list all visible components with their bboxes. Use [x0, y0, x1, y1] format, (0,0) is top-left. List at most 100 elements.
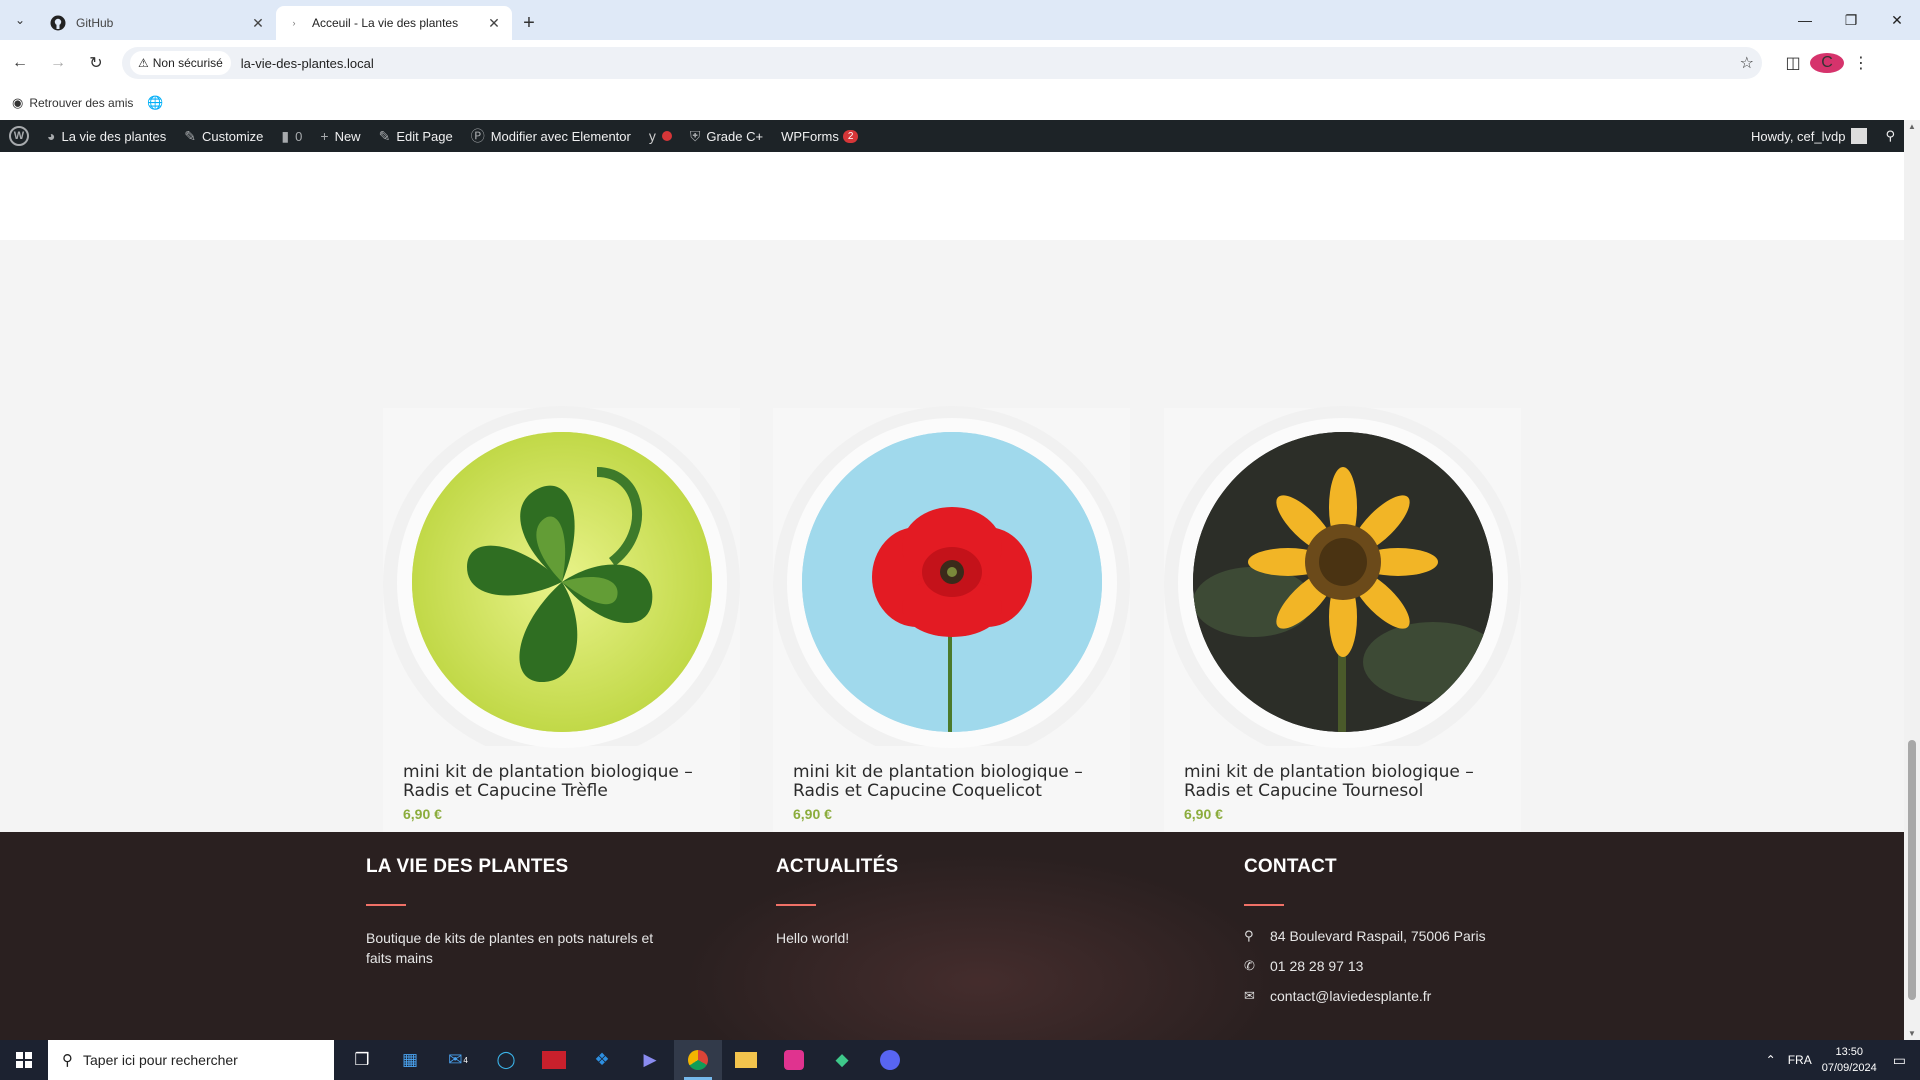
product-name[interactable]: mini kit de plantation biologique – Radi… [1184, 763, 1514, 801]
new-label: New [334, 128, 361, 144]
product-name[interactable]: mini kit de plantation biologique – Radi… [403, 763, 733, 801]
news-post-link[interactable]: Hello world! [776, 928, 1076, 948]
bookmark-favicon-icon: ◉ [12, 95, 24, 110]
tab-title: GitHub [76, 16, 114, 30]
elementor-label: Modifier avec Elementor [490, 128, 631, 144]
footer-news: ACTUALITÉS Hello world! [776, 856, 1076, 948]
comments-link[interactable]: ▮ 0 [272, 120, 311, 152]
comment-icon: ▮ [281, 127, 290, 144]
elementor-icon: Ⓟ [470, 128, 485, 144]
chrome-icon[interactable] [674, 1040, 722, 1080]
app-green-icon[interactable]: ◆ [818, 1040, 866, 1080]
vscode-icon[interactable]: ❖ [578, 1040, 626, 1080]
grade-menu[interactable]: ⛨ Grade C+ [681, 120, 772, 152]
wpforms-menu[interactable]: WPForms 2 [772, 120, 867, 152]
contact-email: ✉ contact@laviedesplante.fr [1244, 988, 1486, 1004]
github-icon [50, 15, 66, 31]
copilot-icon[interactable]: ▶ [626, 1040, 674, 1080]
close-window-icon[interactable]: ✕ [1874, 0, 1920, 40]
address-text: 84 Boulevard Raspail, 75006 Paris [1270, 928, 1486, 944]
admin-search-icon[interactable]: ⚲ [1876, 120, 1904, 152]
chevron-up-icon[interactable]: ⌃ [1766, 1053, 1776, 1067]
elementor-link[interactable]: Ⓟ Modifier avec Elementor [462, 120, 640, 152]
windows-icon [16, 1052, 32, 1068]
avatar [1851, 128, 1868, 144]
grade-label: Grade C+ [706, 128, 764, 144]
close-icon[interactable]: ✕ [250, 15, 266, 32]
product-name[interactable]: mini kit de plantation biologique – Radi… [793, 763, 1123, 801]
edit-page-label: Edit Page [396, 128, 453, 144]
envelope-icon: ✉ [1244, 988, 1255, 1003]
security-chip[interactable]: ⚠ Non sécurisé [130, 51, 231, 75]
site-name-menu[interactable]: ◕ La vie des plantes [38, 120, 175, 152]
app-red-icon[interactable] [530, 1040, 578, 1080]
product-card[interactable]: mini kit de plantation biologique – Radi… [1164, 406, 1521, 898]
dashboard-icon: ◕ [47, 128, 56, 144]
image-frame [1164, 406, 1521, 748]
footer-news-title: ACTUALITÉS [776, 856, 899, 877]
window-controls: — ❐ ✕ [1782, 0, 1920, 40]
discord-icon[interactable] [866, 1040, 914, 1080]
notifications-icon[interactable]: ▭ [1893, 1052, 1906, 1069]
search-icon: ⚲ [62, 1052, 73, 1069]
scroll-up-icon[interactable]: ▲ [1904, 122, 1920, 131]
globe-icon: 🌐 [147, 95, 164, 110]
page-scrollbar[interactable]: ▲ ▼ [1904, 120, 1920, 1040]
reload-icon[interactable]: ↻ [78, 45, 114, 81]
clock[interactable]: 13:50 07/09/2024 [1822, 1044, 1877, 1076]
product-card[interactable]: mini kit de plantation biologique – Radi… [383, 406, 740, 898]
yoast-menu[interactable]: y [640, 120, 681, 152]
wpforms-badge: 2 [842, 129, 859, 143]
divider [366, 904, 406, 906]
tab-github[interactable]: GitHub ✕ [40, 6, 276, 40]
bookmark-retrouver-des-amis[interactable]: ◉ Retrouver des amis [12, 95, 133, 111]
minimize-icon[interactable]: — [1782, 0, 1828, 40]
scroll-thumb[interactable] [1908, 740, 1916, 1000]
menu-kebab-icon[interactable]: ⋮ [1844, 53, 1878, 73]
email-link[interactable]: contact@laviedesplante.fr [1270, 988, 1431, 1004]
phone-icon: ✆ [1244, 958, 1255, 973]
edit-page-link[interactable]: ✎ Edit Page [370, 120, 462, 152]
profile-initial: C [1810, 53, 1844, 73]
customize-link[interactable]: ✎ Customize [175, 120, 272, 152]
url-text[interactable]: la-vie-des-plantes.local [241, 56, 1740, 71]
divider [1244, 904, 1284, 906]
profile-avatar[interactable]: C [1810, 53, 1844, 73]
warning-icon: ⚠ [138, 56, 149, 70]
tab-la-vie-des-plantes[interactable]: › Acceuil - La vie des plantes ✕ [276, 6, 512, 40]
scroll-down-icon[interactable]: ▼ [1904, 1029, 1920, 1038]
security-label: Non sécurisé [152, 56, 223, 70]
yoast-icon: y [648, 128, 656, 144]
address-bar[interactable]: ⚠ Non sécurisé la-vie-des-plantes.local … [122, 47, 1762, 79]
forward-icon[interactable]: → [40, 45, 76, 81]
task-view-icon[interactable]: ❒ [338, 1040, 386, 1080]
back-icon[interactable]: ← [2, 45, 38, 81]
extensions-icon[interactable]: ◫ [1776, 53, 1810, 73]
new-tab-button[interactable]: + [512, 6, 546, 40]
tab-title: Acceuil - La vie des plantes [312, 16, 459, 30]
app-pink-icon[interactable] [770, 1040, 818, 1080]
bookmark-globe[interactable]: 🌐 [147, 95, 169, 111]
clock-time: 13:50 [1835, 1046, 1863, 1058]
wp-logo-menu[interactable]: W [0, 120, 38, 152]
bookmark-star-icon[interactable]: ☆ [1740, 53, 1754, 73]
taskbar-search-input[interactable]: ⚲ Taper ici pour rechercher [48, 1040, 334, 1080]
new-content-menu[interactable]: + New [311, 120, 369, 152]
mail-icon[interactable]: ✉ 4 [434, 1040, 482, 1080]
account-menu[interactable]: Howdy, cef_lvdp [1742, 120, 1876, 152]
product-card[interactable]: mini kit de plantation biologique – Radi… [773, 406, 1130, 898]
product-image-clover[interactable] [412, 432, 712, 732]
wpforms-label: WPForms [781, 128, 839, 144]
file-explorer-icon[interactable] [722, 1040, 770, 1080]
store-icon[interactable]: ▦ [386, 1040, 434, 1080]
product-image-sunflower[interactable] [1193, 432, 1493, 732]
language-indicator[interactable]: FRA [1788, 1053, 1812, 1067]
windows-start-button[interactable] [0, 1040, 48, 1080]
edge-icon[interactable]: ◯ [482, 1040, 530, 1080]
seo-status-dot [661, 131, 672, 141]
restore-icon[interactable]: ❐ [1828, 0, 1874, 40]
close-icon[interactable]: ✕ [486, 15, 502, 32]
product-image-poppy[interactable] [802, 432, 1102, 732]
phone-text[interactable]: 01 28 28 97 13 [1270, 958, 1363, 974]
tab-search-icon[interactable]: ⌄ [0, 0, 40, 40]
